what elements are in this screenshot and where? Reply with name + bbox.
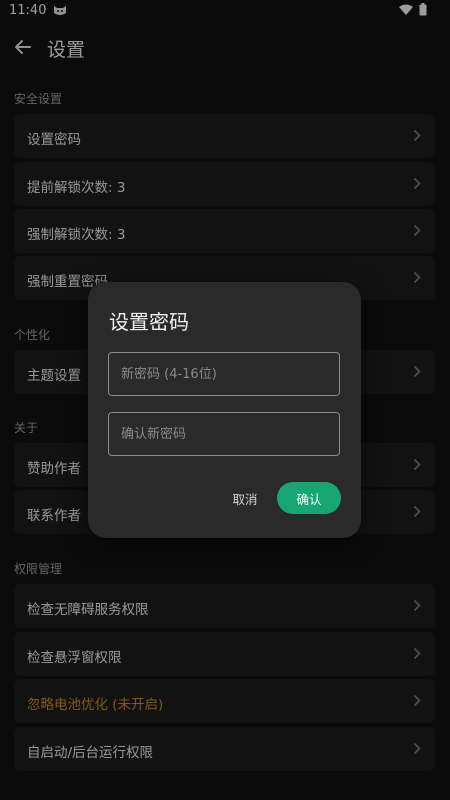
dialog-title: 设置密码 xyxy=(109,310,189,334)
confirm-password-field[interactable] xyxy=(108,412,340,456)
confirm-button[interactable]: 确认 xyxy=(277,482,341,514)
new-password-field[interactable] xyxy=(108,352,340,396)
set-password-dialog: 设置密码 取消 确认 xyxy=(88,282,361,538)
cancel-button[interactable]: 取消 xyxy=(222,483,268,513)
